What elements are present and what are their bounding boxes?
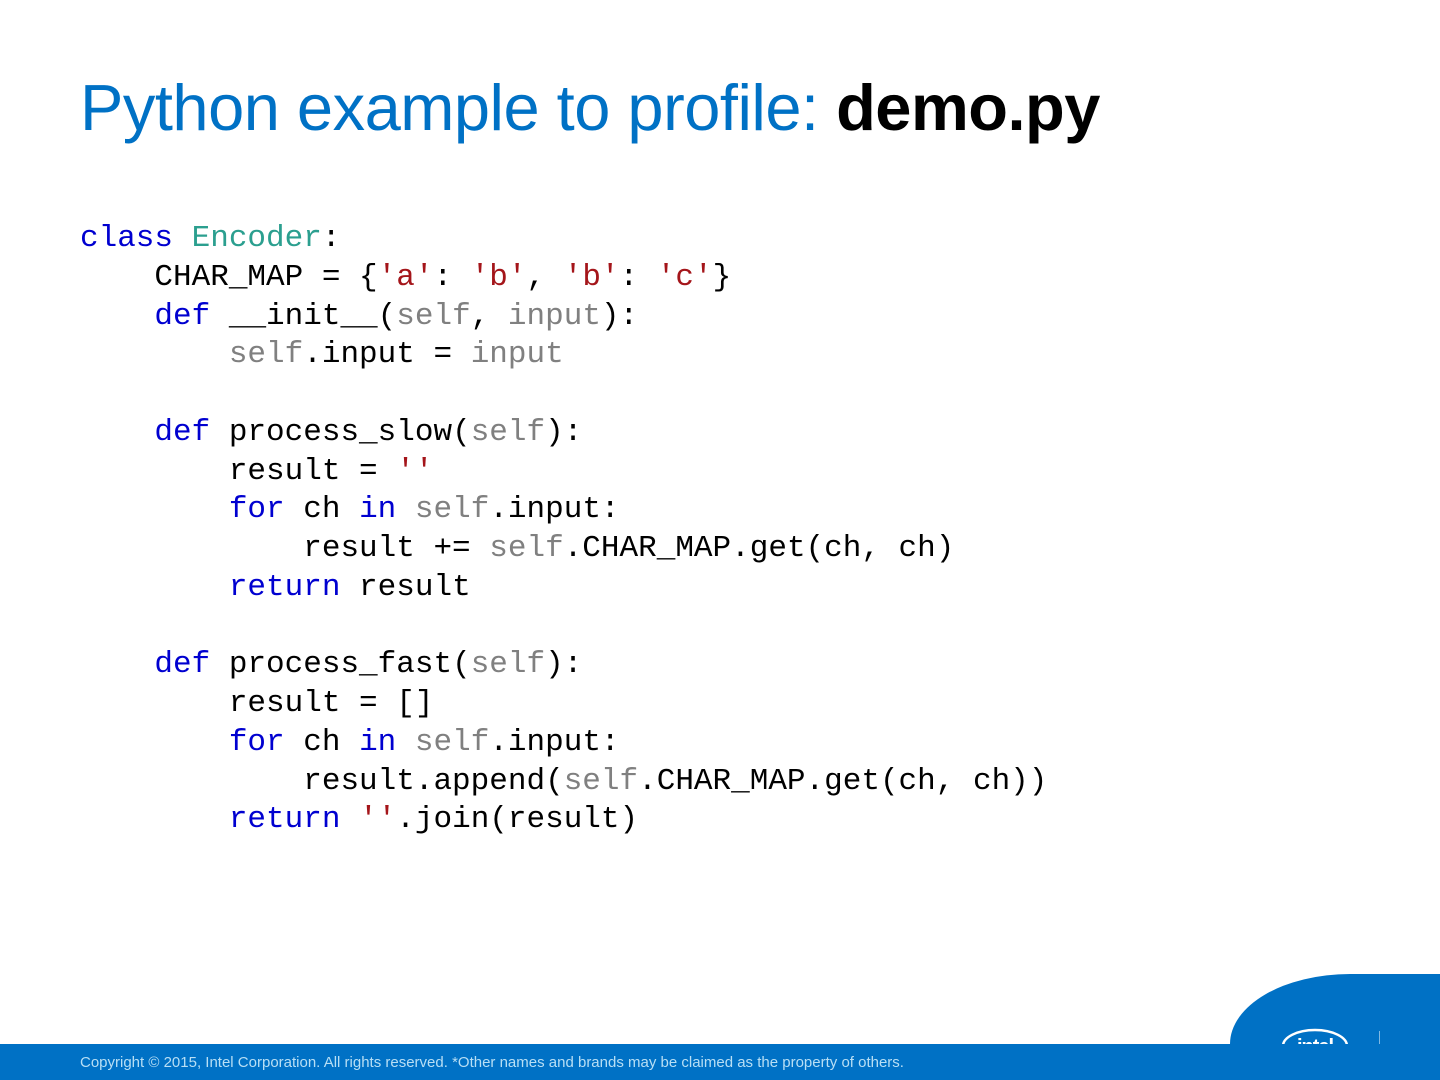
title-prefix: Python example to profile: — [80, 71, 836, 144]
kw-def: def — [80, 647, 210, 682]
class-name: Encoder — [173, 221, 322, 256]
slide-title: Python example to profile: demo.py — [80, 70, 1100, 145]
charmap-a: CHAR_MAP = { — [80, 260, 378, 295]
t — [340, 802, 359, 837]
self: self — [229, 337, 303, 372]
kw-def: def — [80, 415, 210, 450]
t: ch — [285, 492, 359, 527]
str-empty: '' — [359, 802, 396, 837]
t: , — [471, 299, 508, 334]
kw-class: class — [80, 221, 173, 256]
t: .CHAR_MAP.get(ch, ch)) — [638, 764, 1047, 799]
t: ): — [545, 647, 582, 682]
kw-def: def — [80, 299, 210, 334]
t: .join(result) — [396, 802, 638, 837]
kw-for: for — [80, 492, 285, 527]
t: , — [527, 260, 564, 295]
t: } — [713, 260, 732, 295]
self: self — [471, 647, 545, 682]
t: result — [340, 570, 470, 605]
t: .CHAR_MAP.get(ch, ch) — [564, 531, 955, 566]
input: input — [508, 299, 601, 334]
fn-init: __init__( — [210, 299, 396, 334]
copyright-text: Copyright © 2015, Intel Corporation. All… — [0, 1054, 1440, 1071]
result-init: result = — [80, 454, 396, 489]
t: result += — [80, 531, 489, 566]
self: self — [415, 725, 489, 760]
code-block: class Encoder: CHAR_MAP = {'a': 'b', 'b'… — [80, 220, 1047, 840]
self: self — [396, 299, 470, 334]
t — [396, 725, 415, 760]
self: self — [489, 531, 563, 566]
self: self — [471, 415, 545, 450]
fn-slow: process_slow( — [210, 415, 470, 450]
t: ch — [285, 725, 359, 760]
fn-fast: process_fast( — [210, 647, 470, 682]
kw-return: return — [80, 570, 340, 605]
t: .input: — [489, 725, 619, 760]
t: ): — [601, 299, 638, 334]
t — [396, 492, 415, 527]
kw-return: return — [80, 802, 340, 837]
indent — [80, 337, 229, 372]
str-a: 'a' — [378, 260, 434, 295]
str-b2: 'b' — [564, 260, 620, 295]
t: .input = — [303, 337, 470, 372]
t: result.append( — [80, 764, 564, 799]
str-empty: '' — [396, 454, 433, 489]
str-b: 'b' — [471, 260, 527, 295]
slide: Python example to profile: demo.py class… — [0, 0, 1440, 1080]
kw-in: in — [359, 492, 396, 527]
footer-bar: Copyright © 2015, Intel Corporation. All… — [0, 1044, 1440, 1080]
title-bold: demo.py — [836, 71, 1100, 144]
t: : — [433, 260, 470, 295]
self: self — [564, 764, 638, 799]
kw-in: in — [359, 725, 396, 760]
t: : — [620, 260, 657, 295]
kw-for: for — [80, 725, 285, 760]
input: input — [471, 337, 564, 372]
result-list: result = [] — [80, 686, 433, 721]
self: self — [415, 492, 489, 527]
colon: : — [322, 221, 341, 256]
t: .input: — [489, 492, 619, 527]
t: ): — [545, 415, 582, 450]
str-c: 'c' — [657, 260, 713, 295]
